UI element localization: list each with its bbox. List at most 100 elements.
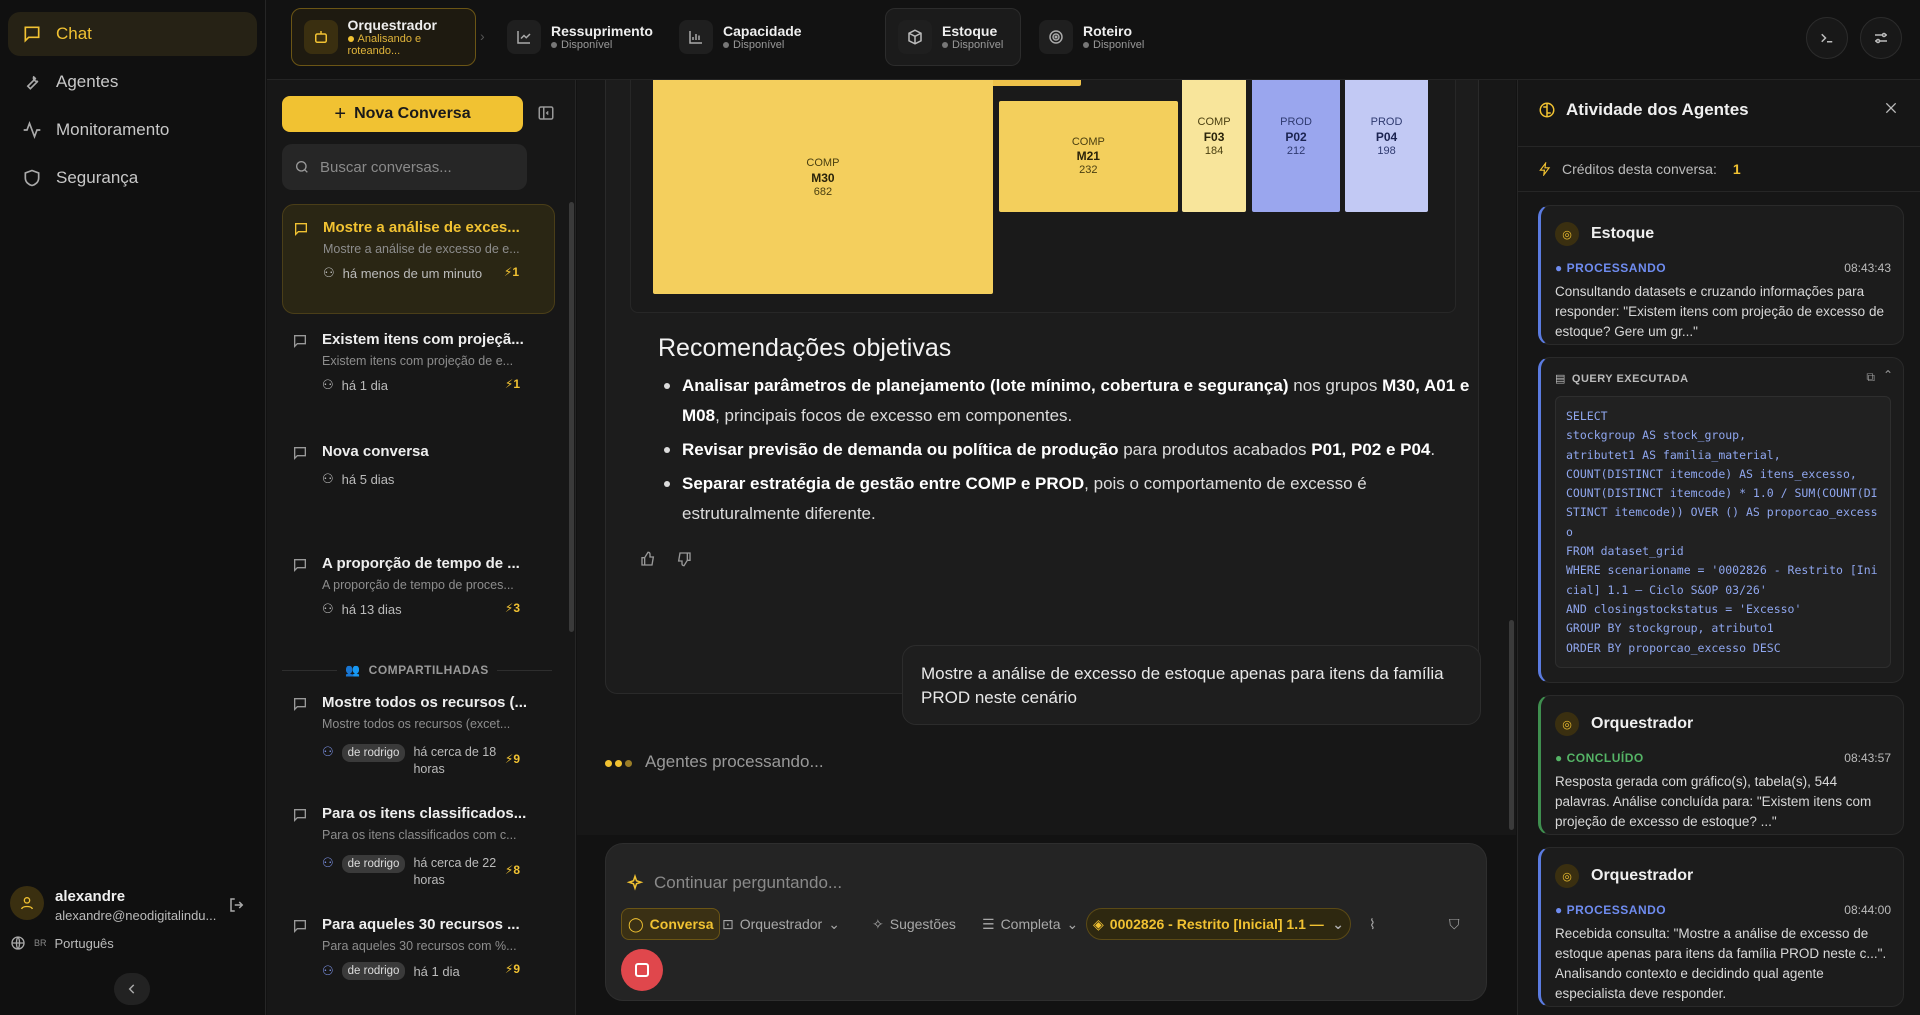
- list-item[interactable]: Para os itens classificados... Para os i…: [282, 791, 555, 891]
- chat-icon: [294, 809, 306, 822]
- toggle-sidebar-button[interactable]: [537, 104, 555, 125]
- nav-item-agentes[interactable]: Agentes: [8, 60, 257, 104]
- nav-item-label: Agentes: [56, 72, 119, 91]
- terminal-icon: [1821, 33, 1833, 43]
- avatar[interactable]: [10, 886, 44, 920]
- conversation-title: Para aqueles 30 recursos ...: [322, 916, 520, 933]
- target-icon: [1039, 20, 1073, 54]
- processing-text: Agentes processando...: [645, 752, 824, 771]
- conversation-preview: A proporção de tempo de proces...: [322, 578, 514, 592]
- terminal-button[interactable]: [1806, 17, 1848, 59]
- agent-chip-ressuprimento[interactable]: Ressuprimento Disponível: [495, 8, 665, 66]
- new-conversation-button[interactable]: + Nova Conversa: [282, 96, 523, 132]
- shield-icon: [24, 169, 40, 187]
- thumbs-up-icon[interactable]: [640, 551, 656, 567]
- list-item[interactable]: Mostre todos os recursos (... Mostre tod…: [282, 680, 555, 780]
- activity-card-orquestrador: ◎ Orquestrador ● PROCESSANDO 08:44:00 Rec…: [1538, 847, 1904, 1007]
- chevron-down-icon: ⌄: [1066, 915, 1079, 932]
- tile-name-label: P02: [1285, 129, 1307, 144]
- database-icon: ▤: [1555, 373, 1566, 385]
- activity-text: Consultando datasets e cruzando informaç…: [1555, 284, 1884, 339]
- conversation-time: há 13 dias: [341, 601, 402, 617]
- treemap-tile[interactable]: PROD P02 212: [1251, 80, 1341, 213]
- chevron-right-icon: ›: [480, 28, 485, 44]
- nav-item-seguranca[interactable]: Segurança: [8, 156, 257, 200]
- mode-conversa-button[interactable]: ◯ Conversa: [621, 908, 721, 940]
- credit-badge: ⚡3: [504, 601, 520, 615]
- treemap-tile[interactable]: PROD P04 198: [1345, 80, 1428, 213]
- copy-icon[interactable]: ⧉: [1866, 370, 1875, 385]
- shared-section-header: 👥 COMPARTILHADAS: [282, 663, 552, 677]
- message-input[interactable]: [654, 868, 1434, 898]
- chart-icon: [507, 20, 541, 54]
- chat-bubble-icon: ◯: [628, 915, 644, 932]
- logout-button[interactable]: [228, 896, 246, 917]
- owner-tag: de rodrigo: [341, 962, 406, 980]
- list-item[interactable]: Nova conversa ⚇ há 5 dias: [282, 429, 555, 539]
- tile-name-label: P04: [1375, 129, 1398, 144]
- nav-item-chat[interactable]: Chat: [8, 12, 257, 56]
- agent-chip-roteiro[interactable]: Roteiro Disponível: [1027, 8, 1157, 66]
- suggestions-button[interactable]: ✧ Sugestões: [866, 908, 962, 940]
- nav-item-label: Segurança: [56, 168, 139, 187]
- logout-icon: [230, 898, 244, 912]
- nav-item-monitoramento[interactable]: Monitoramento: [8, 108, 257, 152]
- treemap-tile[interactable]: COMP F03 184: [1182, 80, 1246, 213]
- credit-badge: ⚡9: [504, 962, 520, 976]
- shield-check-icon: ⛉: [1449, 915, 1460, 932]
- user-icon: ⚇: [322, 601, 334, 616]
- list-item[interactable]: Mostre a análise de exces... Mostre a an…: [282, 204, 555, 314]
- tile-group-label: PROD: [1280, 115, 1312, 128]
- treemap-tile[interactable]: COMP M30 682: [652, 80, 993, 294]
- attach-button[interactable]: ⌇: [1363, 908, 1382, 940]
- agent-chip-orquestrador[interactable]: Orquestrador Analisando e roteando...: [291, 8, 476, 66]
- chat-icon: [295, 223, 307, 236]
- tile-group-label: COMP: [806, 156, 840, 169]
- agent-select[interactable]: ⊡ Orquestrador ⌄: [716, 908, 846, 940]
- tile-value-label: 212: [1286, 144, 1306, 157]
- tile-value-label: 198: [1377, 144, 1396, 157]
- conversation-preview: Para aqueles 30 recursos com %...: [322, 939, 517, 953]
- sparkle-icon: ✧: [872, 915, 884, 932]
- agent-name: Orquestrador: [347, 17, 437, 33]
- settings-button[interactable]: [1860, 17, 1902, 59]
- list-item[interactable]: A proporção de tempo de ... A proporção …: [282, 541, 555, 651]
- list-item[interactable]: Para aqueles 30 recursos ... Para aquele…: [282, 902, 555, 1002]
- activity-card-orquestrador: ◎ Orquestrador ● CONCLUÍDO 08:43:57 Respo…: [1538, 695, 1904, 835]
- conversation-preview: Existem itens com projeção de e...: [322, 354, 514, 368]
- users-icon: ⚇: [322, 963, 334, 978]
- credit-badge: ⚡1: [503, 265, 519, 279]
- activity-text: Recebida consulta: "Mostre a análise de …: [1555, 926, 1887, 1001]
- nav-item-label: Monitoramento: [56, 120, 170, 139]
- chat-icon: [294, 698, 306, 711]
- box-icon: ◎: [1555, 222, 1579, 246]
- stop-button[interactable]: [621, 949, 663, 991]
- language-selector[interactable]: BR Português: [10, 935, 114, 951]
- chevron-up-icon[interactable]: ⌃: [1883, 368, 1893, 382]
- list-item[interactable]: Existem itens com projeçã... Existem ite…: [282, 317, 555, 427]
- status-badge: ● CONCLUÍDO: [1555, 751, 1644, 765]
- activity-title: Atividade dos Agentes: [1538, 100, 1749, 120]
- agent-bar: Orquestrador Analisando e roteando... › …: [267, 0, 1920, 80]
- chat-icon: [24, 26, 40, 43]
- treemap-tile[interactable]: COMP M21 232: [999, 101, 1178, 213]
- scrollbar[interactable]: [569, 202, 574, 632]
- agent-chip-estoque[interactable]: Estoque Disponível: [885, 8, 1021, 66]
- agent-name: Ressuprimento: [551, 23, 653, 39]
- query-code: SELECT stockgroup AS stock_group, atribu…: [1555, 396, 1891, 668]
- scrollbar[interactable]: [1509, 620, 1514, 830]
- query-card: ▤ QUERY EXECUTADA ⧉ ⌃ SELECT stockgroup A…: [1538, 357, 1904, 683]
- close-icon[interactable]: [1883, 100, 1899, 116]
- collapse-nav-button[interactable]: [114, 973, 150, 1005]
- shield-check-button[interactable]: ⛉: [1443, 908, 1466, 940]
- users-icon: ⚇: [322, 744, 334, 759]
- agent-chip-capacidade[interactable]: Capacidade Disponível: [667, 8, 817, 66]
- sparkle-icon: [626, 874, 644, 891]
- scenario-select[interactable]: ◈ 0002826 - Restrito [Inicial] 1.1 — ... ⌄: [1086, 908, 1351, 940]
- conversation-preview: Mostre a análise de excesso de e...: [323, 242, 520, 256]
- search-input[interactable]: [320, 158, 510, 176]
- robot-icon: [304, 20, 338, 54]
- depth-select[interactable]: ☰ Completa ⌄: [976, 908, 1084, 940]
- credit-badge: ⚡8: [504, 863, 520, 877]
- thumbs-down-icon[interactable]: [676, 551, 692, 567]
